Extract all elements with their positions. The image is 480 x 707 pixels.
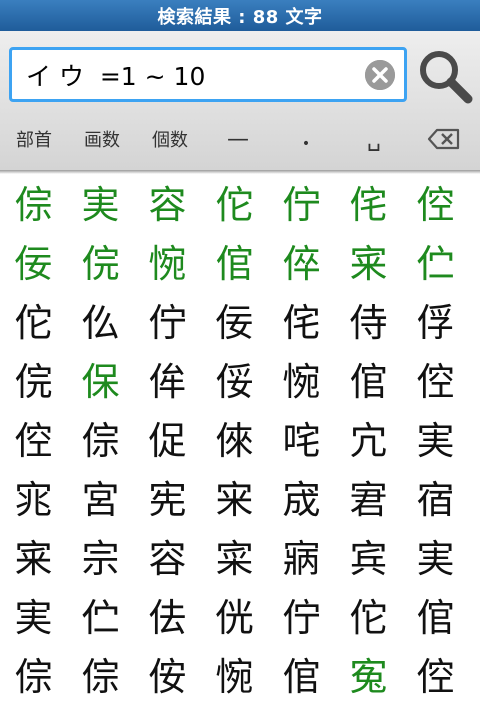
clear-icon[interactable] [365,60,395,90]
kanji-cell[interactable]: 宿 [402,471,469,530]
kanji-cell[interactable]: 宩 [201,471,268,530]
kanji-row: 宷宗容寀寎宾実 [0,530,480,589]
kanji-cell[interactable]: 俀 [201,353,268,412]
kanji-cell[interactable]: 佇 [268,176,335,235]
kanji-cell[interactable]: 侒 [134,648,201,707]
kanji-cell[interactable]: 惋 [201,648,268,707]
kanji-cell[interactable]: 佗 [335,589,402,648]
search-query-text[interactable]: イ ウ =1 ~ 10 [12,57,404,93]
kanji-row: 俒保侔俀惋倌倥 [0,353,480,412]
kanji-row: 倥倧促倈咤宂実 [0,412,480,471]
kanji-cell[interactable]: 倌 [402,589,469,648]
kanji-row: 倧倧侒惋倌寃倥 [0,648,480,707]
kanji-cell[interactable]: 実 [0,589,67,648]
stroke-count-button[interactable]: 画数 [78,119,126,159]
kanji-cell[interactable]: 寀 [201,530,268,589]
kanji-cell[interactable]: 倥 [402,353,469,412]
radical-button[interactable]: 部首 [10,119,58,159]
kanji-cell[interactable]: 倌 [201,235,268,294]
kanji-cell[interactable]: 惋 [268,353,335,412]
kanji-row: 佞俒惋倌倅宷伫 [0,235,480,294]
kanji-row: 倧実容佗佇侘倥 [0,176,480,235]
kanji-cell[interactable]: 宪 [134,471,201,530]
kanji-cell[interactable]: 促 [134,412,201,471]
kanji-cell[interactable]: 宗 [67,530,134,589]
dash-button[interactable]: — [214,119,262,159]
kanji-cell[interactable]: 倌 [335,353,402,412]
kanji-cell[interactable]: 寎 [268,530,335,589]
kanji-cell[interactable]: 伫 [402,235,469,294]
kanji-cell[interactable]: 俒 [67,235,134,294]
kanji-cell[interactable]: 佇 [134,294,201,353]
kanji-cell[interactable]: 倈 [201,412,268,471]
kanji-cell[interactable]: 咤 [268,412,335,471]
kanji-cell[interactable]: 宷 [335,235,402,294]
kanji-cell[interactable]: 佗 [201,176,268,235]
kanji-cell[interactable]: 容 [134,530,201,589]
kanji-result-grid: 倧実容佗佇侘倥佞俒惋倌倅宷伫佗仫佇佞侘侍俘俒保侔俀惋倌倥倥倧促倈咤宂実宨宮宪宩宬… [0,176,480,707]
kanji-cell[interactable]: 倧 [0,176,67,235]
kanji-cell[interactable]: 実 [67,176,134,235]
kanji-cell[interactable]: 倥 [402,176,469,235]
search-input[interactable]: イ ウ =1 ~ 10 [9,47,407,102]
kanji-row: 佗仫佇佞侘侍俘 [0,294,480,353]
kanji-cell[interactable]: 保 [67,353,134,412]
kanji-cell[interactable]: 倧 [0,648,67,707]
window-title: 検索結果 : 88 文字 [0,0,480,31]
kanji-cell[interactable]: 宬 [268,471,335,530]
kanji-cell[interactable]: 仫 [67,294,134,353]
kanji-row: 宨宮宪宩宬宭宿 [0,471,480,530]
kanji-cell[interactable]: 倅 [268,235,335,294]
dot-button[interactable]: • [282,119,330,159]
kanji-cell[interactable]: 倧 [67,412,134,471]
backspace-icon [427,128,460,150]
kanji-cell[interactable]: 侍 [335,294,402,353]
kanji-cell[interactable]: 佗 [0,294,67,353]
kanji-cell[interactable]: 侘 [268,294,335,353]
kanji-cell[interactable]: 宂 [335,412,402,471]
search-icon [420,51,473,104]
kanji-cell[interactable]: 倌 [268,648,335,707]
kanji-cell[interactable]: 宨 [0,471,67,530]
input-tool-row: 部首 画数 個数 — • ␣ [0,119,480,159]
part-count-button[interactable]: 個数 [146,119,194,159]
kanji-cell[interactable]: 実 [402,530,469,589]
kanji-cell[interactable]: 宾 [335,530,402,589]
kanji-cell[interactable]: 俒 [0,353,67,412]
kanji-cell[interactable]: 侊 [201,589,268,648]
space-button[interactable]: ␣ [350,119,398,159]
kanji-cell[interactable]: 実 [402,412,469,471]
kanji-cell[interactable]: 宮 [67,471,134,530]
kanji-cell[interactable]: 宷 [0,530,67,589]
backspace-button[interactable] [420,119,468,159]
kanji-cell[interactable]: 俘 [402,294,469,353]
kanji-cell[interactable]: 容 [134,176,201,235]
kanji-cell[interactable]: 伫 [67,589,134,648]
kanji-cell[interactable]: 侔 [134,353,201,412]
kanji-cell[interactable]: 倥 [0,412,67,471]
kanji-cell[interactable]: 倧 [67,648,134,707]
kanji-row: 実伫佉侊佇佗倌 [0,589,480,648]
kanji-cell[interactable]: 惋 [134,235,201,294]
kanji-cell[interactable]: 寃 [335,648,402,707]
kanji-cell[interactable]: 宭 [335,471,402,530]
kanji-cell[interactable]: 倥 [402,648,469,707]
kanji-cell[interactable]: 佞 [201,294,268,353]
kanji-cell[interactable]: 侘 [335,176,402,235]
search-button[interactable] [416,47,474,105]
kanji-cell[interactable]: 佉 [134,589,201,648]
toolbar-shadow [0,170,480,174]
kanji-cell[interactable]: 佇 [268,589,335,648]
search-toolbar: イ ウ =1 ~ 10 部首 画数 個数 — • ␣ [0,31,480,170]
kanji-cell[interactable]: 佞 [0,235,67,294]
